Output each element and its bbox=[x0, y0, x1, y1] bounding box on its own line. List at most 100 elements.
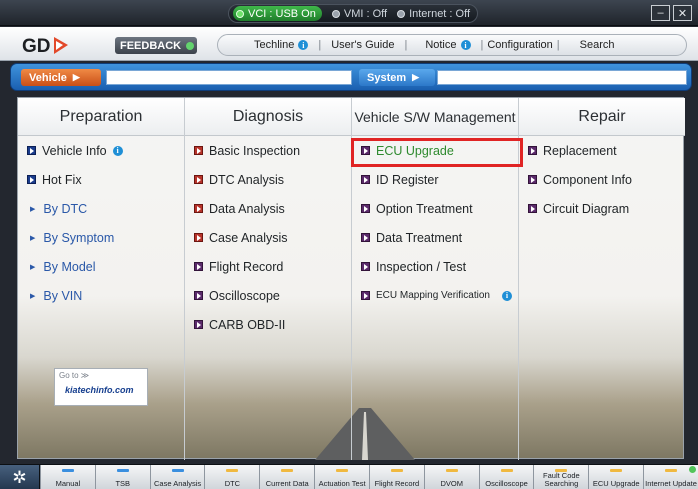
feedback-status-icon bbox=[186, 41, 195, 50]
toolbar-label: DTC bbox=[224, 479, 241, 488]
menu-by-symptom[interactable]: ▶ By Symptom bbox=[18, 223, 184, 252]
bullet-arrow-icon bbox=[361, 291, 370, 300]
update-status-icon bbox=[688, 466, 696, 473]
logo-text: GD bbox=[22, 36, 51, 56]
feedback-button[interactable]: FEEDBACK bbox=[115, 37, 197, 54]
menu-replacement[interactable]: Replacement bbox=[519, 136, 685, 165]
menu-search[interactable]: Search bbox=[560, 39, 625, 51]
menu-users-guide-label: User's Guide bbox=[331, 39, 395, 51]
bullet-arrow-icon bbox=[361, 175, 370, 184]
menu-flight-record[interactable]: Flight Record bbox=[185, 252, 351, 281]
info-icon: i bbox=[501, 290, 512, 301]
menu-configuration-label: Configuration bbox=[487, 39, 553, 51]
gds-logo: GD bbox=[22, 36, 68, 56]
menu-inspection-test[interactable]: Inspection / Test bbox=[352, 252, 518, 281]
item-label: By VIN bbox=[43, 288, 83, 303]
toolbar-dtc[interactable]: DTC bbox=[204, 465, 260, 489]
system-field[interactable] bbox=[437, 70, 687, 85]
item-label: Data Treatment bbox=[376, 230, 463, 245]
title-bar: VCI : USB On VMI : Off Internet : Off – … bbox=[0, 0, 698, 26]
menu-users-guide[interactable]: User's Guide bbox=[321, 39, 404, 51]
vehicle-button[interactable]: Vehicle ▶ bbox=[21, 69, 101, 86]
item-label: Data Analysis bbox=[209, 201, 285, 216]
bullet-arrow-icon bbox=[361, 204, 370, 213]
minimize-button[interactable]: – bbox=[651, 5, 670, 21]
vehicle-field[interactable] bbox=[106, 70, 352, 85]
menu-by-vin[interactable]: ▶ By VIN bbox=[18, 281, 184, 310]
internet-status-label: Internet : Off bbox=[409, 7, 471, 20]
menu-carb-obd-ii[interactable]: CARB OBD-II bbox=[185, 310, 351, 339]
toolbar-flight-record[interactable]: Flight Record bbox=[368, 465, 424, 489]
menu-case-analysis[interactable]: Case Analysis bbox=[185, 223, 351, 252]
main-menu: Techline i | User's Guide | Notice i | C… bbox=[217, 34, 687, 56]
menu-techline[interactable]: Techline i bbox=[218, 39, 318, 51]
menu-by-dtc[interactable]: ▶ By DTC bbox=[18, 194, 184, 223]
toolbar-label: Fault Code Searching bbox=[543, 471, 580, 488]
menu-basic-inspection[interactable]: Basic Inspection bbox=[185, 136, 351, 165]
bullet-arrow-icon bbox=[194, 146, 203, 155]
menu-data-analysis[interactable]: Data Analysis bbox=[185, 194, 351, 223]
menu-oscilloscope[interactable]: Oscilloscope bbox=[185, 281, 351, 310]
item-label: Basic Inspection bbox=[209, 143, 301, 158]
item-label: Case Analysis bbox=[209, 230, 288, 245]
menu-by-model[interactable]: ▶ By Model bbox=[18, 252, 184, 281]
asterisk-icon[interactable]: ✲ bbox=[0, 465, 40, 489]
toolbar-label: Internet Update bbox=[645, 479, 697, 488]
toolbar-current-data[interactable]: Current Data bbox=[259, 465, 315, 489]
internet-status: Internet : Off bbox=[397, 8, 470, 20]
vehicle-label: Vehicle bbox=[29, 71, 67, 84]
menu-ecu-mapping-verification[interactable]: ECU Mapping Verification i bbox=[352, 281, 518, 310]
toolbar-fault-code-searching[interactable]: Fault Code Searching bbox=[533, 465, 589, 489]
triangle-icon: ▶ bbox=[30, 263, 36, 271]
bullet-arrow-icon bbox=[528, 175, 537, 184]
toolbar-label: Case Analysis bbox=[154, 479, 202, 488]
bullet-arrow-icon bbox=[194, 262, 203, 271]
menu-data-treatment[interactable]: Data Treatment bbox=[352, 223, 518, 252]
menu-techline-label: Techline bbox=[254, 39, 295, 51]
column-title: Preparation bbox=[18, 98, 184, 136]
menu-option-treatment[interactable]: Option Treatment bbox=[352, 194, 518, 223]
bullet-arrow-icon bbox=[194, 175, 203, 184]
menu-component-info[interactable]: Component Info bbox=[519, 165, 685, 194]
menu-circuit-diagram[interactable]: Circuit Diagram bbox=[519, 194, 685, 223]
menu-search-label: Search bbox=[579, 39, 615, 51]
toolbar-dvom[interactable]: DVOM bbox=[423, 465, 479, 489]
menu-notice-label: Notice bbox=[425, 39, 457, 51]
menu-notice[interactable]: Notice i bbox=[407, 39, 480, 51]
bullet-arrow-icon bbox=[27, 175, 36, 184]
item-label: Oscilloscope bbox=[209, 288, 280, 303]
bullet-arrow-icon bbox=[361, 262, 370, 271]
item-label: Replacement bbox=[543, 143, 617, 158]
triangle-icon: ▶ bbox=[30, 234, 36, 242]
menu-dtc-analysis[interactable]: DTC Analysis bbox=[185, 165, 351, 194]
menu-configuration[interactable]: Configuration bbox=[483, 39, 556, 51]
toolbar-case-analysis[interactable]: Case Analysis bbox=[149, 465, 205, 489]
toolbar-tsb[interactable]: TSB bbox=[94, 465, 150, 489]
menu-vehicle-info[interactable]: Vehicle Info i bbox=[18, 136, 184, 165]
kiatechinfo-link[interactable]: Go to ≫ kiatechinfo.com bbox=[54, 368, 148, 406]
toolbar-manual[interactable]: Manual bbox=[40, 465, 95, 489]
column-title: Vehicle S/W Management bbox=[352, 98, 518, 136]
selector-bar: Vehicle ▶ System ▶ bbox=[10, 63, 692, 91]
item-label: ID Register bbox=[376, 172, 439, 187]
bullet-arrow-icon bbox=[194, 291, 203, 300]
arrow-right-icon: ▶ bbox=[72, 72, 80, 82]
item-label: Circuit Diagram bbox=[543, 201, 630, 216]
toolbar-actuation-test[interactable]: Actuation Test bbox=[314, 465, 369, 489]
toolbar-label: DVOM bbox=[440, 479, 463, 488]
internet-status-icon bbox=[397, 9, 406, 18]
bullet-arrow-icon bbox=[528, 204, 537, 213]
toolbar-label: Manual bbox=[55, 479, 81, 488]
toolbar-oscilloscope[interactable]: Oscilloscope bbox=[478, 465, 534, 489]
toolbar-ecu-upgrade[interactable]: ECU Upgrade bbox=[588, 465, 644, 489]
bottom-toolbar: ✲ Manual TSB Case Analysis DTC Current D… bbox=[0, 464, 698, 489]
toolbar-label: Flight Record bbox=[374, 479, 420, 488]
toolbar-internet-update[interactable]: Internet Update bbox=[643, 465, 698, 489]
close-button[interactable]: ✕ bbox=[673, 5, 692, 21]
system-button[interactable]: System ▶ bbox=[359, 69, 435, 86]
selection-highlight bbox=[351, 138, 523, 167]
menu-id-register[interactable]: ID Register bbox=[352, 165, 518, 194]
menu-hot-fix[interactable]: Hot Fix bbox=[18, 165, 184, 194]
item-label: By Model bbox=[43, 259, 96, 274]
column-title: Repair bbox=[519, 98, 685, 136]
